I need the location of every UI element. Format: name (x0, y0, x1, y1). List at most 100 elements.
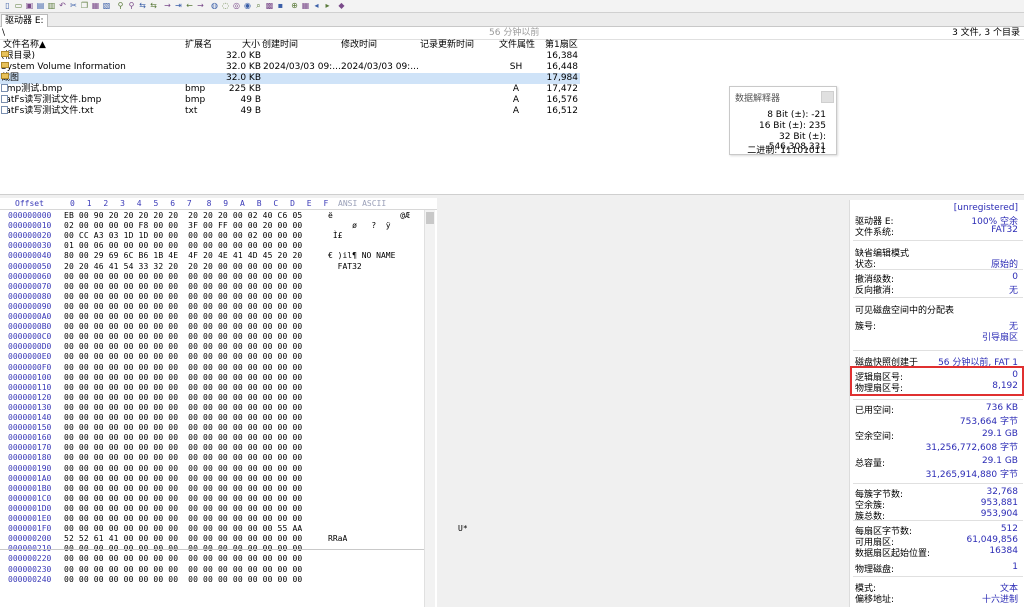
hex-bytes[interactable]: 01 00 06 00 00 00 00 00 00 00 00 00 00 0… (64, 241, 302, 251)
hex-row[interactable]: 000000180 00 00 00 00 00 00 00 00 00 00 0… (0, 453, 424, 463)
hex-row[interactable]: 0000000B0 00 00 00 00 00 00 00 00 00 00 0… (0, 322, 424, 332)
hex-bytes[interactable]: 00 00 00 00 00 00 00 00 00 00 00 00 00 0… (64, 403, 302, 413)
search-icon[interactable]: ⌕ (254, 1, 263, 10)
hex-bytes[interactable]: 00 00 00 00 00 00 00 00 00 00 00 00 00 0… (64, 322, 302, 332)
hex-row[interactable]: 000000140 00 00 00 00 00 00 00 00 00 00 0… (0, 413, 424, 423)
undo-icon[interactable]: ↶ (58, 1, 67, 10)
ascii-text[interactable]: RRaA (328, 534, 347, 544)
hex-editor[interactable]: Offset 0 1 2 3 4 5 6 7 8 9 A B C D E F ANSI ASCII 00000… (0, 198, 468, 607)
hex-row[interactable]: 000000030 01 00 06 00 00 00 00 00 00 00 0… (0, 241, 424, 251)
hex-row[interactable]: 0000000C0 00 00 00 00 00 00 00 00 00 00 0… (0, 332, 424, 342)
copy-icon[interactable]: ❐ (80, 1, 89, 10)
hex-bytes[interactable]: 00 CC A3 03 1D 1D 00 00 00 00 00 00 02 0… (64, 231, 302, 241)
new-file-icon[interactable]: ▯ (3, 1, 12, 10)
hex-bytes[interactable]: 00 00 00 00 00 00 00 00 00 00 00 00 00 0… (64, 342, 302, 352)
hex-bytes[interactable]: 00 00 00 00 00 00 00 00 00 00 00 00 00 0… (64, 433, 302, 443)
hex-bytes[interactable]: 00 00 00 00 00 00 00 00 00 00 00 00 00 0… (64, 474, 302, 484)
hex-bytes[interactable]: 00 00 00 00 00 00 00 00 00 00 00 00 00 0… (64, 524, 302, 534)
hex-row[interactable]: 0000001B0 00 00 00 00 00 00 00 00 00 00 0… (0, 484, 424, 494)
col-header-first-sector[interactable]: 第1扇区 (545, 40, 578, 51)
hex-bytes[interactable]: 00 00 00 00 00 00 00 00 00 00 00 00 00 0… (64, 423, 302, 433)
hex-row[interactable]: 000000080 00 00 00 00 00 00 00 00 00 00 0… (0, 292, 424, 302)
scan-icon[interactable]: ◎ (232, 1, 241, 10)
hex-row[interactable]: 000000230 00 00 00 00 00 00 00 00 00 00 0… (0, 565, 424, 575)
col-header-size[interactable]: 大小 (230, 40, 260, 51)
replace-icon[interactable]: ⇆ (138, 1, 147, 10)
hex-bytes[interactable]: 02 00 00 00 00 F8 00 00 3F 00 FF 00 00 2… (64, 221, 302, 231)
col-header-attr[interactable]: 文件属性 (499, 40, 535, 51)
hex-bytes[interactable]: 00 00 00 00 00 00 00 00 00 00 00 00 00 0… (64, 393, 302, 403)
hex-bytes[interactable]: 00 00 00 00 00 00 00 00 00 00 00 00 00 0… (64, 494, 302, 504)
hex-row[interactable]: 000000050 20 20 46 41 54 33 32 20 20 20 0… (0, 262, 424, 272)
hex-bytes[interactable]: 00 00 00 00 00 00 00 00 00 00 00 00 00 0… (64, 554, 302, 564)
hex-row[interactable]: 000000060 00 00 00 00 00 00 00 00 00 00 0… (0, 272, 424, 282)
hex-row[interactable]: 000000160 00 00 00 00 00 00 00 00 00 00 0… (0, 433, 424, 443)
save-icon[interactable]: ▣ (25, 1, 34, 10)
hex-row[interactable]: 0000001F0 00 00 00 00 00 00 00 00 00 00 0… (0, 524, 468, 534)
file-row[interactable]: bmp测试.bmp bmp 225 KB A 17,472 (0, 84, 580, 95)
cut-icon[interactable]: ✂ (69, 1, 78, 10)
hex-bytes[interactable]: 00 00 00 00 00 00 00 00 00 00 00 00 00 0… (64, 272, 302, 282)
hex-row[interactable]: 000000020 00 CC A3 03 1D 1D 00 00 00 00 0… (0, 231, 424, 241)
hex-row[interactable]: 000000090 00 00 00 00 00 00 00 00 00 00 0… (0, 302, 424, 312)
hex-row[interactable]: 0000000A0 00 00 00 00 00 00 00 00 00 00 0… (0, 312, 424, 322)
open-icon[interactable]: ▭ (14, 1, 23, 10)
hex-row[interactable]: 0000000F0 00 00 00 00 00 00 00 00 00 00 0… (0, 363, 424, 373)
hex-bytes[interactable]: 52 52 61 41 00 00 00 00 00 00 00 00 00 0… (64, 534, 302, 544)
hex-scrollbar[interactable] (424, 210, 435, 607)
col-header-modified[interactable]: 修改时间 (341, 40, 377, 51)
save-all-icon[interactable]: ▤ (36, 1, 45, 10)
hex-bytes[interactable]: 00 00 00 00 00 00 00 00 00 00 00 00 00 0… (64, 292, 302, 302)
col-header-created[interactable]: 创建时间 (262, 40, 298, 51)
close-icon[interactable] (821, 91, 834, 103)
col-header-ext[interactable]: 扩展名 (185, 40, 212, 51)
col-header-accessed[interactable]: 记录更新时间 (420, 40, 474, 51)
zoom-icon[interactable]: ⊕ (290, 1, 299, 10)
calc-icon[interactable]: ▪ (276, 1, 285, 10)
hex-row[interactable]: 000000200 52 52 61 41 00 00 00 00 00 00 0… (0, 534, 424, 544)
hex-row[interactable]: 0000001D0 00 00 00 00 00 00 00 00 00 00 0… (0, 504, 424, 514)
hex-bytes[interactable]: 00 00 00 00 00 00 00 00 00 00 00 00 00 0… (64, 352, 302, 362)
hex-bytes[interactable]: 00 00 00 00 00 00 00 00 00 00 00 00 00 0… (64, 443, 302, 453)
tab-drive-e[interactable]: 驱动器 E: (1, 14, 48, 27)
ascii-text[interactable]: FAT32 (328, 262, 362, 272)
goto-offset-icon[interactable]: → (163, 1, 172, 10)
hex-bytes[interactable]: 00 00 00 00 00 00 00 00 00 00 00 00 00 0… (64, 504, 302, 514)
hex-icon[interactable]: ▩ (265, 1, 274, 10)
hex-bytes[interactable]: 00 00 00 00 00 00 00 00 00 00 00 00 00 0… (64, 464, 302, 474)
paste-icon[interactable]: ▦ (91, 1, 100, 10)
ascii-text[interactable]: ë @Æ (328, 211, 410, 221)
recover-icon[interactable]: ◉ (243, 1, 252, 10)
current-path[interactable]: \ (2, 28, 5, 39)
hex-bytes[interactable]: 00 00 00 00 00 00 00 00 00 00 00 00 00 0… (64, 575, 302, 585)
file-row[interactable]: 截图 32.0 KB 17,984 (0, 73, 580, 84)
find-icon[interactable]: ⚲ (116, 1, 125, 10)
ascii-text[interactable]: Ì£ (328, 231, 343, 241)
hex-row[interactable]: 000000220 00 00 00 00 00 00 00 00 00 00 0… (0, 554, 424, 564)
open-disk-icon[interactable]: ◍ (210, 1, 219, 10)
back-icon[interactable]: ← (185, 1, 194, 10)
hex-row[interactable]: 000000110 00 00 00 00 00 00 00 00 00 00 0… (0, 383, 424, 393)
ascii-text[interactable]: U* (328, 524, 468, 534)
hex-row[interactable]: 000000070 00 00 00 00 00 00 00 00 00 00 0… (0, 282, 424, 292)
hex-row[interactable]: 0000001C0 00 00 00 00 00 00 00 00 00 00 0… (0, 494, 424, 504)
hex-bytes[interactable]: 00 00 00 00 00 00 00 00 00 00 00 00 00 0… (64, 383, 302, 393)
forward-icon[interactable]: → (196, 1, 205, 10)
hex-bytes[interactable]: 00 00 00 00 00 00 00 00 00 00 00 00 00 0… (64, 302, 302, 312)
hex-bytes[interactable]: 00 00 00 00 00 00 00 00 00 00 00 00 00 0… (64, 453, 302, 463)
hex-row[interactable]: 000000130 00 00 00 00 00 00 00 00 00 00 0… (0, 403, 424, 413)
hex-row[interactable]: 000000100 00 00 00 00 00 00 00 00 00 00 0… (0, 373, 424, 383)
ascii-text[interactable]: € )il¶ NO NAME (328, 251, 395, 261)
tag-icon[interactable]: ◆ (337, 1, 346, 10)
find-hex-icon[interactable]: ⚲ (127, 1, 136, 10)
hex-row[interactable]: 000000010 02 00 00 00 00 F8 00 00 3F 00 F… (0, 221, 424, 231)
hex-bytes[interactable]: 20 20 46 41 54 33 32 20 20 20 00 00 00 0… (64, 262, 302, 272)
hex-bytes[interactable]: 80 00 29 69 6C B6 1B 4E 4F 20 4E 41 4D 4… (64, 251, 302, 261)
hex-bytes[interactable]: 00 00 00 00 00 00 00 00 00 00 00 00 00 0… (64, 332, 302, 342)
stop-icon[interactable]: ◂ (312, 1, 321, 10)
hex-row[interactable]: 000000150 00 00 00 00 00 00 00 00 00 00 0… (0, 423, 424, 433)
print-icon[interactable]: ▥ (47, 1, 56, 10)
hex-row[interactable]: 000000170 00 00 00 00 00 00 00 00 00 00 0… (0, 443, 424, 453)
table-icon[interactable]: ▦ (301, 1, 310, 10)
hex-bytes[interactable]: EB 00 90 20 20 20 20 20 20 20 20 00 02 4… (64, 211, 302, 221)
